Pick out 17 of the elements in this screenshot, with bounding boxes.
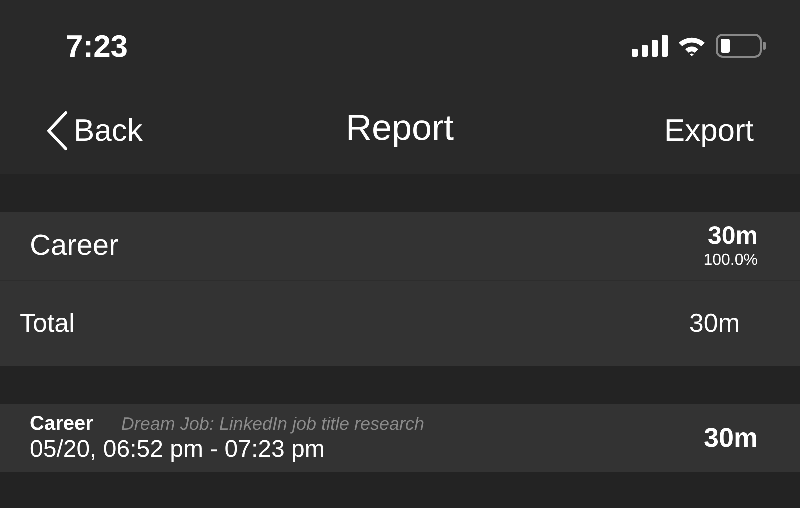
entry-duration: 30m: [704, 422, 758, 454]
status-time: 7:23: [66, 28, 128, 65]
category-percent: 100.0%: [704, 252, 758, 270]
category-duration: 30m: [708, 222, 758, 251]
total-label: Total: [20, 308, 75, 339]
wifi-icon: [678, 35, 706, 57]
entry-note: Dream Job: LinkedIn job title research: [121, 414, 425, 434]
battery-icon: [716, 34, 766, 58]
back-button[interactable]: Back: [46, 111, 143, 151]
total-duration: 30m: [689, 308, 740, 339]
export-button[interactable]: Export: [664, 113, 754, 149]
entry-time-range: 05/20, 06:52 pm - 07:23 pm: [30, 436, 326, 464]
chevron-left-icon: [46, 111, 68, 151]
entry-category: Career: [30, 412, 94, 436]
screen-title: Report: [346, 107, 454, 149]
signal-icon: [632, 35, 668, 57]
category-name: Career: [30, 230, 119, 262]
